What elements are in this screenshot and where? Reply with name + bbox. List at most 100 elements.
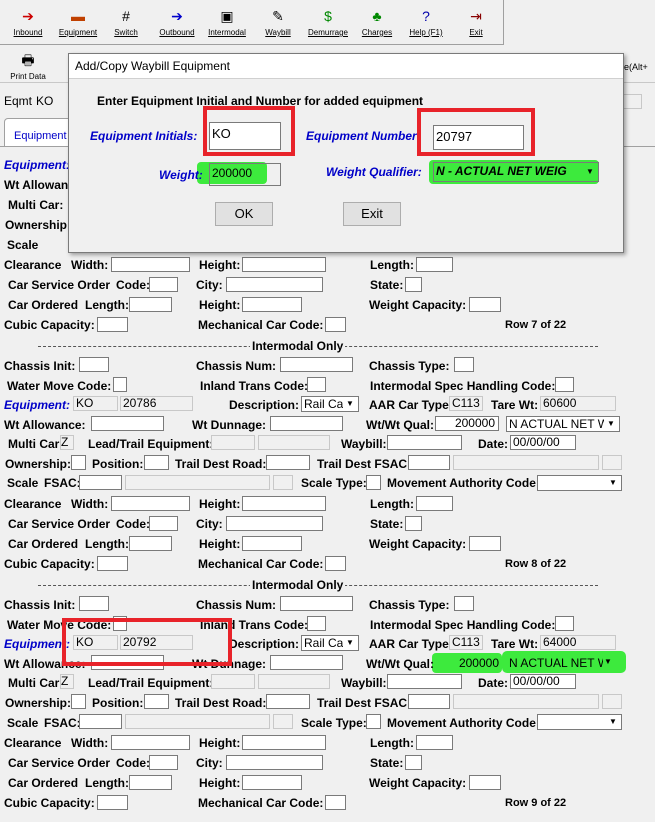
water-move-code-field[interactable] bbox=[113, 377, 127, 392]
height-field-8[interactable] bbox=[242, 496, 326, 511]
scale-fsac-field-8[interactable] bbox=[79, 475, 122, 490]
weight-field-8[interactable]: 200000 bbox=[435, 416, 499, 431]
wt-allowance-field-8[interactable] bbox=[91, 416, 164, 431]
chassis-init-field[interactable] bbox=[79, 357, 109, 372]
code-field-8[interactable] bbox=[149, 516, 178, 531]
width-field[interactable] bbox=[111, 257, 190, 272]
movement-authority-select-8[interactable]: ▼ bbox=[537, 475, 622, 491]
code-field[interactable] bbox=[149, 277, 178, 292]
mechanical-car-code-field-9[interactable] bbox=[325, 795, 346, 810]
weight-capacity-field-8[interactable] bbox=[469, 536, 501, 551]
ownership-field-8[interactable] bbox=[71, 455, 86, 470]
lead-trail-num-field-8[interactable] bbox=[258, 435, 330, 450]
intermodal-button[interactable]: ▣ Intermodal bbox=[203, 8, 251, 37]
chassis-init-field-9[interactable] bbox=[79, 596, 109, 611]
equipment-init-field-8[interactable]: KO bbox=[73, 396, 118, 411]
weight-capacity-field-9[interactable] bbox=[469, 775, 501, 790]
trail-dest-fsac-field-8[interactable] bbox=[408, 455, 450, 470]
car-ordered-length-field-8[interactable] bbox=[129, 536, 172, 551]
chassis-type-field-9[interactable] bbox=[454, 596, 474, 611]
intermodal-spec-field[interactable] bbox=[555, 377, 574, 392]
length-field-9[interactable] bbox=[416, 735, 453, 750]
city-field-9[interactable] bbox=[226, 755, 323, 770]
mechanical-car-code-field-8[interactable] bbox=[325, 556, 346, 571]
height-field[interactable] bbox=[242, 257, 326, 272]
intermodal-spec-field-9[interactable] bbox=[555, 616, 574, 631]
scale-type-field-9[interactable] bbox=[366, 714, 381, 729]
help-button[interactable]: ? Help (F1) bbox=[402, 8, 450, 37]
equipment-num-field-8[interactable]: 20786 bbox=[120, 396, 193, 411]
position-field-8[interactable] bbox=[144, 455, 169, 470]
wt-dunnage-field-8[interactable] bbox=[270, 416, 343, 431]
tab-equipment[interactable]: Equipment bbox=[4, 118, 72, 147]
scale-fsac-field-9[interactable] bbox=[79, 714, 122, 729]
aar-car-type-field-8[interactable]: C113 bbox=[449, 396, 483, 411]
weight-qualifier-select[interactable]: N - ACTUAL NET WEIG ▼ bbox=[433, 162, 599, 182]
demurrage-button[interactable]: $ Demurrage bbox=[304, 8, 352, 37]
width-field-8[interactable] bbox=[111, 496, 190, 511]
cubic-capacity-field-8[interactable] bbox=[97, 556, 128, 571]
scale-type-field-8[interactable] bbox=[366, 475, 381, 490]
weight-field-9[interactable]: 200000 bbox=[435, 656, 499, 670]
car-ordered-height-field-8[interactable] bbox=[242, 536, 302, 551]
multi-car-field-8[interactable]: Z bbox=[60, 435, 74, 450]
switch-button[interactable]: # Switch bbox=[102, 8, 150, 37]
weight-capacity-field[interactable] bbox=[469, 297, 501, 312]
city-field[interactable] bbox=[226, 277, 323, 292]
cubic-capacity-field[interactable] bbox=[97, 317, 128, 332]
waybill-field-8[interactable] bbox=[387, 435, 462, 450]
date-field-9[interactable]: 00/00/00 bbox=[510, 674, 576, 689]
weight-input[interactable]: 200000 bbox=[209, 163, 281, 186]
lead-trail-init-field-9[interactable] bbox=[211, 674, 255, 689]
city-field-8[interactable] bbox=[226, 516, 323, 531]
movement-authority-select-9[interactable]: ▼ bbox=[537, 714, 622, 730]
height-field-9[interactable] bbox=[242, 735, 326, 750]
inland-trans-code-field[interactable] bbox=[307, 377, 326, 392]
waybill-field-9[interactable] bbox=[387, 674, 462, 689]
equipment-button[interactable]: ▬ Equipment bbox=[54, 8, 102, 37]
cubic-capacity-field-9[interactable] bbox=[97, 795, 128, 810]
car-ordered-height-field[interactable] bbox=[242, 297, 302, 312]
code-field-9[interactable] bbox=[149, 755, 178, 770]
date-field-8[interactable]: 00/00/00 bbox=[510, 435, 576, 450]
description-select-9[interactable]: Rail Ca ▼ bbox=[301, 635, 359, 651]
trail-dest-road-field-9[interactable] bbox=[266, 694, 310, 709]
wt-dunnage-field-9[interactable] bbox=[270, 655, 343, 670]
position-field-9[interactable] bbox=[144, 694, 169, 709]
ok-button[interactable]: OK bbox=[215, 202, 273, 226]
tare-wt-field-9[interactable]: 64000 bbox=[540, 635, 616, 650]
lead-trail-num-field-9[interactable] bbox=[258, 674, 330, 689]
mechanical-car-code-field[interactable] bbox=[325, 317, 346, 332]
inland-trans-code-field-9[interactable] bbox=[307, 616, 326, 631]
tare-wt-field-8[interactable]: 60600 bbox=[540, 396, 616, 411]
exit-button[interactable]: ⇥ Exit bbox=[452, 8, 500, 37]
weight-qualifier-select-9[interactable]: N ACTUAL NET W bbox=[509, 656, 603, 670]
state-field-9[interactable] bbox=[405, 755, 422, 770]
lead-trail-init-field-8[interactable] bbox=[211, 435, 255, 450]
trail-dest-fsac-field-9[interactable] bbox=[408, 694, 450, 709]
charges-button[interactable]: ♣ Charges bbox=[353, 8, 401, 37]
weight-qualifier-select-8[interactable]: N ACTUAL NET W ▼ bbox=[506, 416, 620, 432]
car-ordered-length-field[interactable] bbox=[129, 297, 172, 312]
state-field-8[interactable] bbox=[405, 516, 422, 531]
state-field[interactable] bbox=[405, 277, 422, 292]
multi-car-field-9[interactable]: Z bbox=[60, 674, 74, 689]
aar-car-type-field-9[interactable]: C113 bbox=[449, 635, 483, 650]
length-field[interactable] bbox=[416, 257, 453, 272]
chassis-num-field-9[interactable] bbox=[280, 596, 353, 611]
waybill-button[interactable]: ✎ Waybill bbox=[254, 8, 302, 37]
chassis-num-field[interactable] bbox=[280, 357, 353, 372]
height-label-2: Height: bbox=[199, 298, 241, 312]
width-field-9[interactable] bbox=[111, 735, 190, 750]
chassis-type-field[interactable] bbox=[454, 357, 474, 372]
ownership-field-9[interactable] bbox=[71, 694, 86, 709]
print-data-button[interactable]: 🖶 Print Data bbox=[4, 52, 52, 81]
length-field-8[interactable] bbox=[416, 496, 453, 511]
inbound-button[interactable]: ➔ Inbound bbox=[4, 8, 52, 37]
description-select-8[interactable]: Rail Ca ▼ bbox=[301, 396, 359, 412]
car-ordered-height-field-9[interactable] bbox=[242, 775, 302, 790]
outbound-button[interactable]: ➔ Outbound bbox=[153, 8, 201, 37]
exit-dialog-button[interactable]: Exit bbox=[343, 202, 401, 226]
trail-dest-road-field-8[interactable] bbox=[266, 455, 310, 470]
car-ordered-length-field-9[interactable] bbox=[129, 775, 172, 790]
